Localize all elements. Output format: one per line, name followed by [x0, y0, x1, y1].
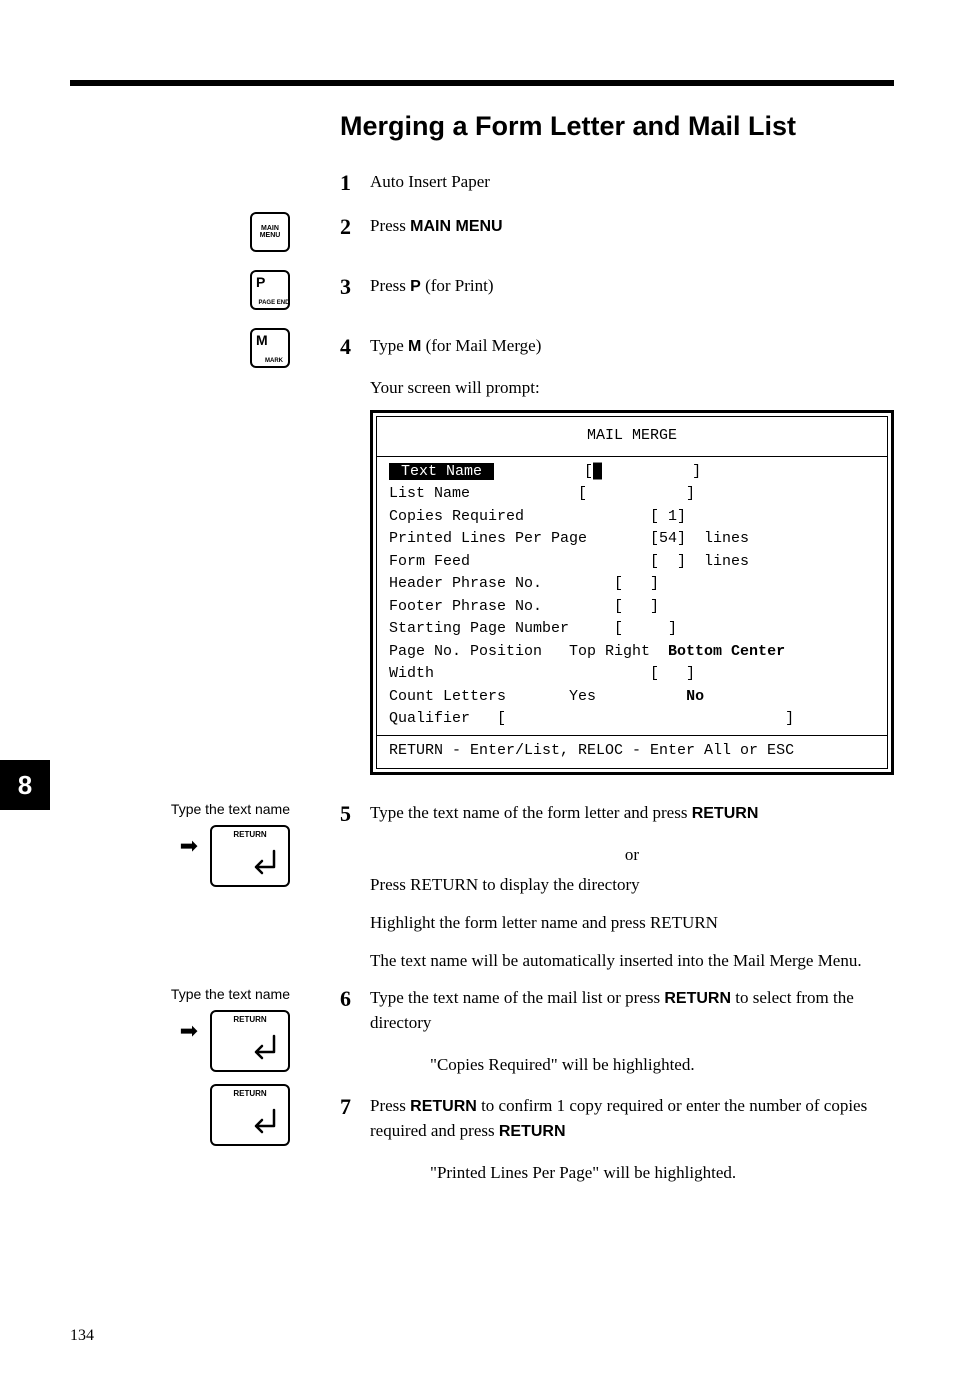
screen-row: Count Letters Yes No — [389, 686, 875, 709]
key-return: RETURN — [210, 1084, 290, 1146]
return-arrow-icon — [246, 1034, 280, 1064]
key-return: RETURN — [210, 1010, 290, 1072]
screen-row: Text Name [█ ] — [389, 461, 875, 484]
key-return: RETURN — [210, 825, 290, 887]
key-return-label: RETURN — [212, 1015, 288, 1024]
return-arrow-icon — [246, 849, 280, 879]
screen-row: Starting Page Number [ ] — [389, 618, 875, 641]
step-3: 3 Press P (for Print) — [340, 274, 894, 300]
page-title: Merging a Form Letter and Mail List — [340, 111, 894, 142]
key-p-label: P — [256, 275, 265, 289]
arrow-right-icon: ➡ — [180, 1018, 198, 1044]
screen-row: List Name [ ] — [389, 483, 875, 506]
step-text: Type M (for Mail Merge) — [370, 334, 894, 358]
step-6-highlight: "Copies Required" will be highlighted. — [430, 1053, 884, 1077]
step-num: 6 — [340, 986, 370, 1012]
step-num: 1 — [340, 170, 370, 196]
screen-row: Qualifier [ ] — [389, 708, 875, 731]
key-return-label: RETURN — [212, 830, 288, 839]
step-5: 5 Type the text name of the form letter … — [340, 801, 894, 827]
step-text: Press MAIN MENU — [370, 214, 894, 238]
step-num: 4 — [340, 334, 370, 360]
step-text: Press P (for Print) — [370, 274, 894, 298]
page-number: 134 — [70, 1327, 94, 1345]
step-6: 6 Type the text name of the mail list or… — [340, 986, 894, 1034]
step-num: 5 — [340, 801, 370, 827]
screen-row: Width [ ] — [389, 663, 875, 686]
step-num: 2 — [340, 214, 370, 240]
screen-row: Form Feed [ ] lines — [389, 551, 875, 574]
step-text: Auto Insert Paper — [370, 170, 894, 194]
screen-footer: RETURN - Enter/List, RELOC - Enter All o… — [389, 740, 875, 763]
screen-row: Page No. Position Top Right Bottom Cente… — [389, 641, 875, 664]
or-divider: or — [370, 845, 894, 865]
step-1: 1 Auto Insert Paper — [340, 170, 894, 196]
arrow-right-icon: ➡ — [180, 833, 198, 859]
return-arrow-icon — [246, 1108, 280, 1138]
step-num: 3 — [340, 274, 370, 300]
step-2: 2 Press MAIN MENU — [340, 214, 894, 240]
step-7-highlight: "Printed Lines Per Page" will be highlig… — [430, 1161, 884, 1185]
step-5-line2: Press RETURN to display the directory — [370, 873, 894, 897]
terminal-screen: MAIL MERGE Text Name [█ ] List Name [ ] … — [370, 410, 894, 775]
margin-label: Type the text name — [70, 986, 290, 1002]
step-5-line4: The text name will be automatically inse… — [370, 949, 894, 973]
step-text: Type the text name of the form letter an… — [370, 801, 894, 825]
key-return-label: RETURN — [212, 1089, 288, 1098]
step-text: Type the text name of the mail list or p… — [370, 986, 894, 1034]
header-rule — [70, 80, 894, 86]
screen-row: Header Phrase No. [ ] — [389, 573, 875, 596]
margin-label: Type the text name — [70, 801, 290, 817]
screen-row: Printed Lines Per Page [54] lines — [389, 528, 875, 551]
step-5-line3: Highlight the form letter name and press… — [370, 911, 894, 935]
prompt-text: Your screen will prompt: — [370, 378, 894, 398]
key-m: M MARK — [250, 328, 290, 368]
key-p-sub: PAGE END — [256, 300, 292, 306]
key-m-label: M — [256, 333, 268, 347]
chapter-tab: 8 — [0, 760, 50, 810]
step-text: Press RETURN to confirm 1 copy required … — [370, 1094, 894, 1143]
key-main-menu: MAIN MENU — [250, 212, 290, 252]
screen-row: Copies Required [ 1] — [389, 506, 875, 529]
screen-title: MAIL MERGE — [389, 425, 875, 448]
step-num: 7 — [340, 1094, 370, 1120]
step-4: 4 Type M (for Mail Merge) — [340, 334, 894, 360]
screen-row: Footer Phrase No. [ ] — [389, 596, 875, 619]
key-m-sub: MARK — [256, 358, 292, 364]
step-7: 7 Press RETURN to confirm 1 copy require… — [340, 1094, 894, 1143]
key-p: P PAGE END — [250, 270, 290, 310]
